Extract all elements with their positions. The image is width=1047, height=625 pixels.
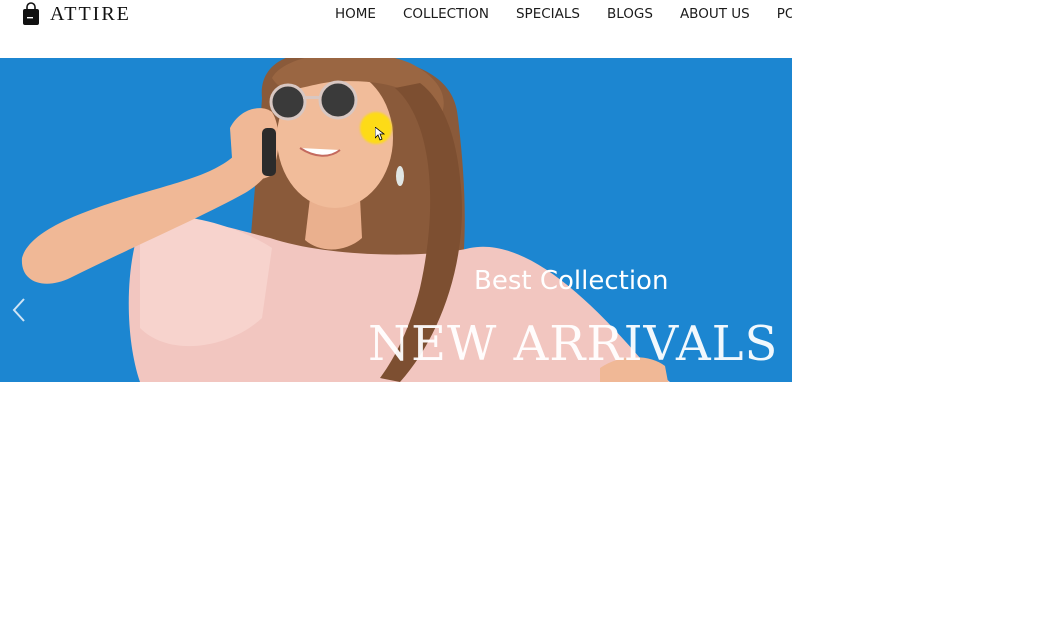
site-header: ATTIRE HOME COLLECTION SPECIALS BLOGS AB… bbox=[0, 0, 792, 58]
cursor-arrow-icon bbox=[375, 127, 385, 141]
shopping-bag-icon bbox=[23, 2, 39, 25]
nav-item-blogs[interactable]: BLOGS bbox=[607, 6, 653, 22]
nav-item-about-us[interactable]: ABOUT US bbox=[680, 6, 750, 22]
brand-logo[interactable]: ATTIRE bbox=[22, 0, 131, 28]
hero-subtitle: Best Collection bbox=[474, 266, 669, 296]
nav-item-collection[interactable]: COLLECTION bbox=[403, 6, 489, 22]
chevron-left-icon[interactable] bbox=[9, 296, 29, 324]
brand-name: ATTIRE bbox=[50, 2, 131, 25]
nav-item-home[interactable]: HOME bbox=[335, 6, 376, 22]
page: ATTIRE HOME COLLECTION SPECIALS BLOGS AB… bbox=[0, 0, 1047, 625]
nav-item-specials[interactable]: SPECIALS bbox=[516, 6, 580, 22]
hero-slider: Best Collection NEW ARRIVALS bbox=[0, 58, 792, 382]
nav-item-pop[interactable]: POP bbox=[777, 6, 792, 22]
hero-title: NEW ARRIVALS bbox=[368, 316, 779, 372]
main-nav: HOME COLLECTION SPECIALS BLOGS ABOUT US … bbox=[335, 0, 792, 28]
